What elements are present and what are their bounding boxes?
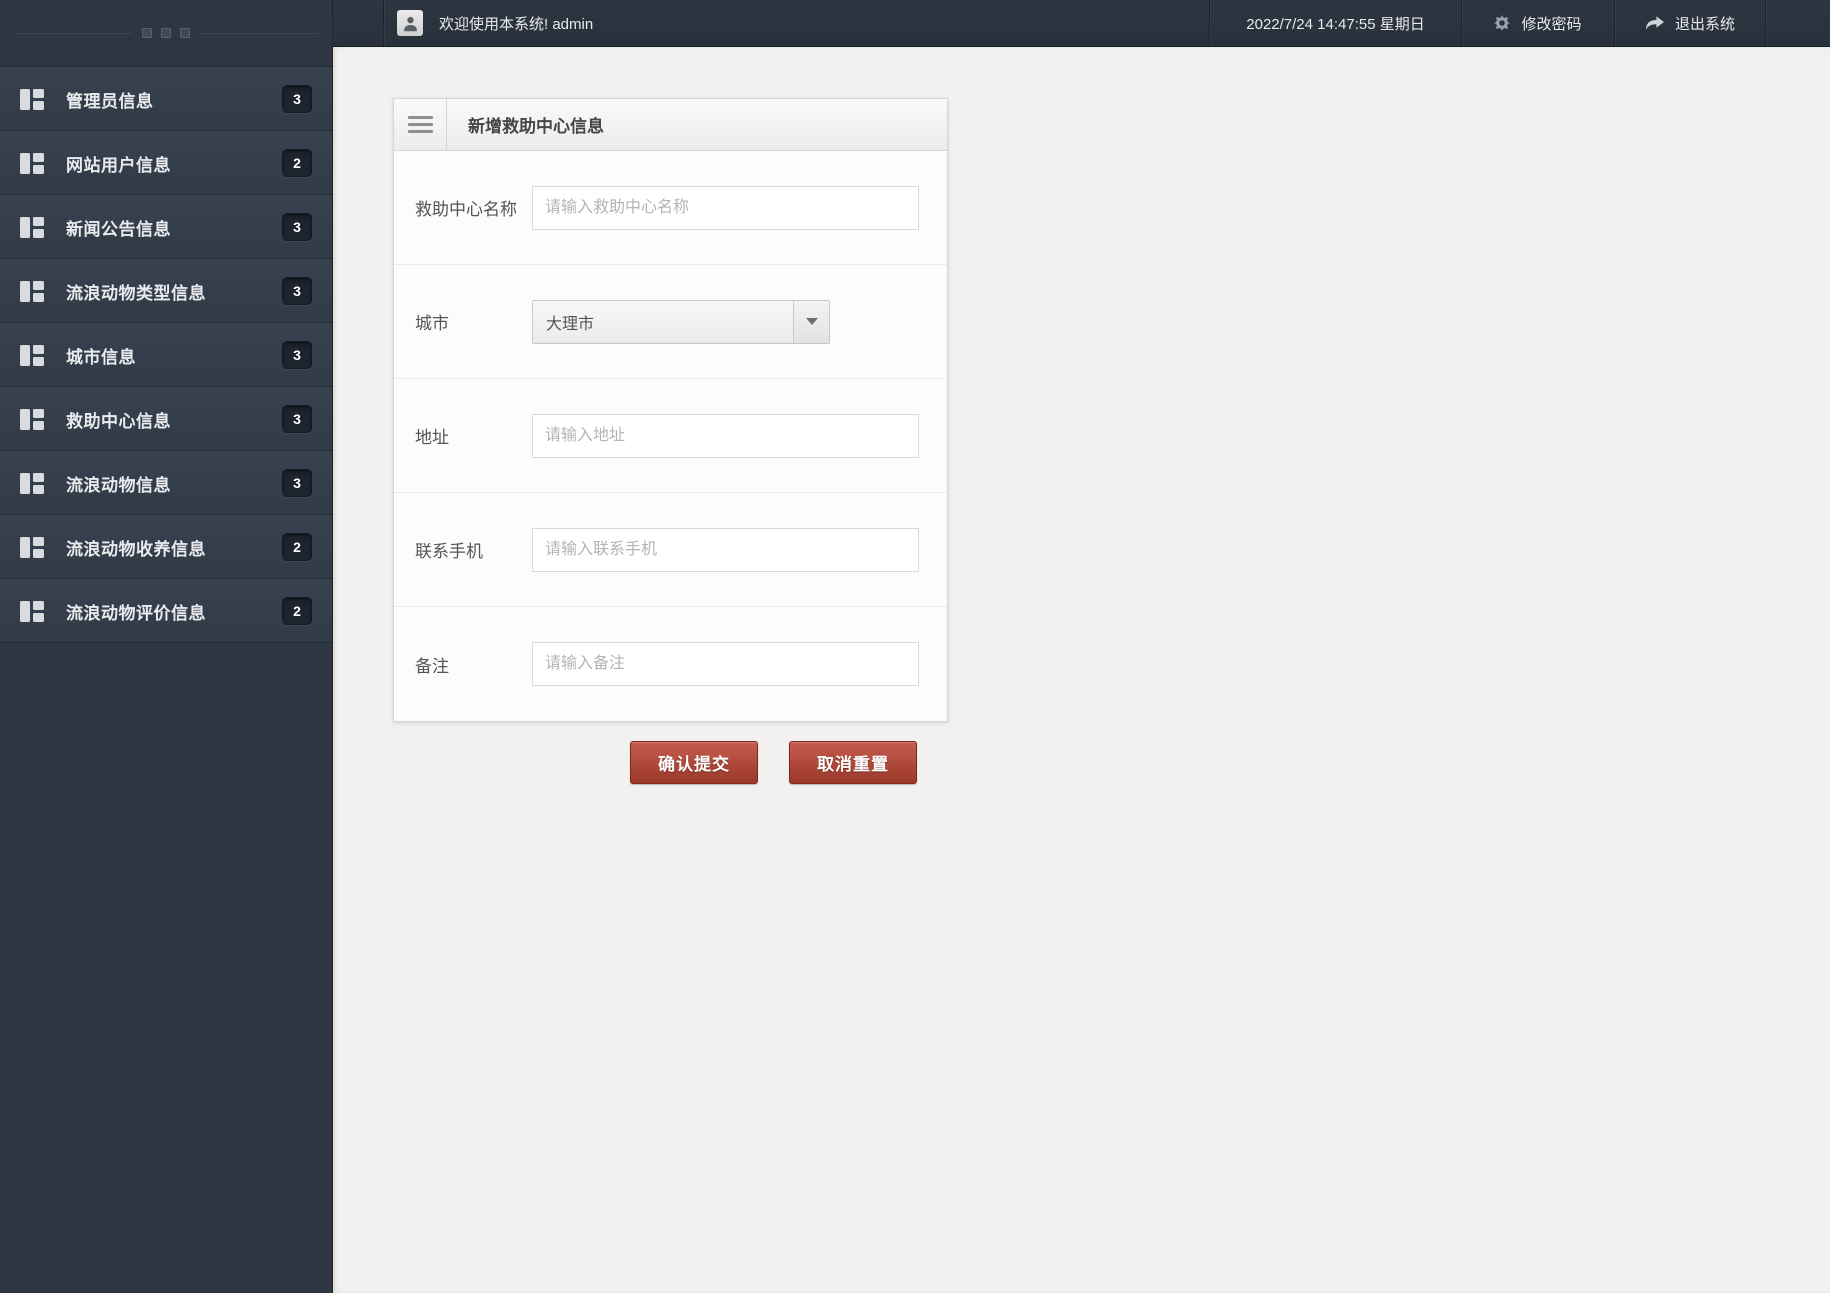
- logout-arrow-icon: [1645, 16, 1664, 30]
- form-row-city: 城市 大理市: [394, 265, 947, 379]
- remark-input[interactable]: [532, 642, 919, 686]
- gear-icon: [1494, 15, 1511, 31]
- sidebar-item-stray-animals[interactable]: 流浪动物信息 3: [0, 451, 332, 515]
- sidebar: 管理员信息 3 网站用户信息 2 新闻公告信息 3 流浪动物类型信息 3 城市信…: [0, 0, 333, 1293]
- count-badge: 3: [282, 469, 312, 497]
- count-badge: 3: [282, 405, 312, 433]
- sidebar-item-site-users[interactable]: 网站用户信息 2: [0, 131, 332, 195]
- phone-input[interactable]: [532, 527, 919, 572]
- form-row-phone: 联系手机: [394, 493, 947, 607]
- divider: [14, 32, 132, 34]
- form-row-address: 地址: [394, 379, 947, 493]
- count-badge: 3: [282, 85, 312, 113]
- count-badge: 2: [282, 597, 312, 625]
- layout-grid-icon: [20, 408, 44, 430]
- user-avatar-icon: [397, 10, 423, 36]
- main-content: 新增救助中心信息 救助中心名称 城市 大理市 地址 联系手机 备注 确认提交: [333, 47, 1830, 1293]
- datetime-display: 2022/7/24 14:47:55 星期日: [1209, 0, 1461, 46]
- form-actions: 确认提交 取消重置: [630, 741, 917, 784]
- center-name-input[interactable]: [532, 185, 919, 230]
- sidebar-item-admin-info[interactable]: 管理员信息 3: [0, 67, 332, 131]
- field-label: 救助中心名称: [415, 200, 517, 219]
- sidebar-item-reviews[interactable]: 流浪动物评价信息 2: [0, 579, 332, 643]
- sidebar-item-label: 城市信息: [66, 347, 136, 367]
- sidebar-item-label: 新闻公告信息: [66, 219, 171, 239]
- logout-button[interactable]: 退出系统: [1614, 0, 1766, 46]
- field-label: 地址: [415, 428, 449, 447]
- city-select-value: 大理市: [546, 315, 595, 333]
- layout-grid-icon: [20, 280, 44, 302]
- change-password-button[interactable]: 修改密码: [1461, 0, 1614, 46]
- count-badge: 2: [282, 149, 312, 177]
- layout-grid-icon: [20, 216, 44, 238]
- layout-grid-icon: [20, 536, 44, 558]
- sidebar-menu: 管理员信息 3 网站用户信息 2 新闻公告信息 3 流浪动物类型信息 3 城市信…: [0, 66, 332, 643]
- sidebar-item-cities[interactable]: 城市信息 3: [0, 323, 332, 387]
- logout-label: 退出系统: [1674, 15, 1735, 33]
- chevron-down-icon[interactable]: [793, 300, 829, 343]
- address-input[interactable]: [532, 413, 919, 458]
- sidebar-item-label: 流浪动物收养信息: [66, 539, 206, 559]
- form-row-center-name: 救助中心名称: [394, 151, 947, 265]
- welcome-area: 欢迎使用本系统! admin: [383, 0, 593, 46]
- sidebar-item-adoptions[interactable]: 流浪动物收养信息 2: [0, 515, 332, 579]
- count-badge: 3: [282, 341, 312, 369]
- add-rescue-center-form-panel: 新增救助中心信息 救助中心名称 城市 大理市 地址 联系手机 备注: [393, 98, 948, 722]
- sidebar-item-label: 救助中心信息: [66, 411, 171, 431]
- layout-grid-icon: [20, 88, 44, 110]
- sidebar-item-label: 流浪动物信息: [66, 475, 171, 495]
- count-badge: 2: [282, 533, 312, 561]
- change-password-label: 修改密码: [1521, 15, 1582, 33]
- sidebar-item-label: 网站用户信息: [66, 155, 171, 175]
- layout-grid-icon: [20, 472, 44, 494]
- layout-grid-icon: [20, 344, 44, 366]
- field-label: 联系手机: [415, 542, 483, 561]
- logo-dots-icon: [142, 28, 190, 38]
- topbar-end: [1766, 0, 1830, 46]
- topbar: 欢迎使用本系统! admin 2022/7/24 14:47:55 星期日 修改…: [333, 0, 1830, 47]
- reset-button[interactable]: 取消重置: [789, 741, 917, 784]
- sidebar-item-label: 管理员信息: [66, 91, 154, 111]
- sidebar-item-animal-types[interactable]: 流浪动物类型信息 3: [0, 259, 332, 323]
- layout-grid-icon: [20, 600, 44, 622]
- sidebar-item-label: 流浪动物评价信息: [66, 603, 206, 623]
- layout-grid-icon: [20, 152, 44, 174]
- count-badge: 3: [282, 213, 312, 241]
- field-label: 城市: [415, 314, 449, 333]
- city-select[interactable]: 大理市: [532, 299, 830, 344]
- sidebar-item-label: 流浪动物类型信息: [66, 283, 206, 303]
- panel-header: 新增救助中心信息: [394, 99, 947, 151]
- divider: [200, 32, 318, 34]
- welcome-text: 欢迎使用本系统! admin: [439, 15, 594, 33]
- sidebar-item-rescue-centers[interactable]: 救助中心信息 3: [0, 387, 332, 451]
- sidebar-item-news[interactable]: 新闻公告信息 3: [0, 195, 332, 259]
- count-badge: 3: [282, 277, 312, 305]
- form-row-remark: 备注: [394, 607, 947, 721]
- hamburger-menu-icon[interactable]: [394, 99, 447, 150]
- sidebar-logo: [0, 0, 332, 66]
- submit-button[interactable]: 确认提交: [630, 741, 758, 784]
- field-label: 备注: [415, 656, 449, 676]
- panel-title: 新增救助中心信息: [468, 117, 604, 136]
